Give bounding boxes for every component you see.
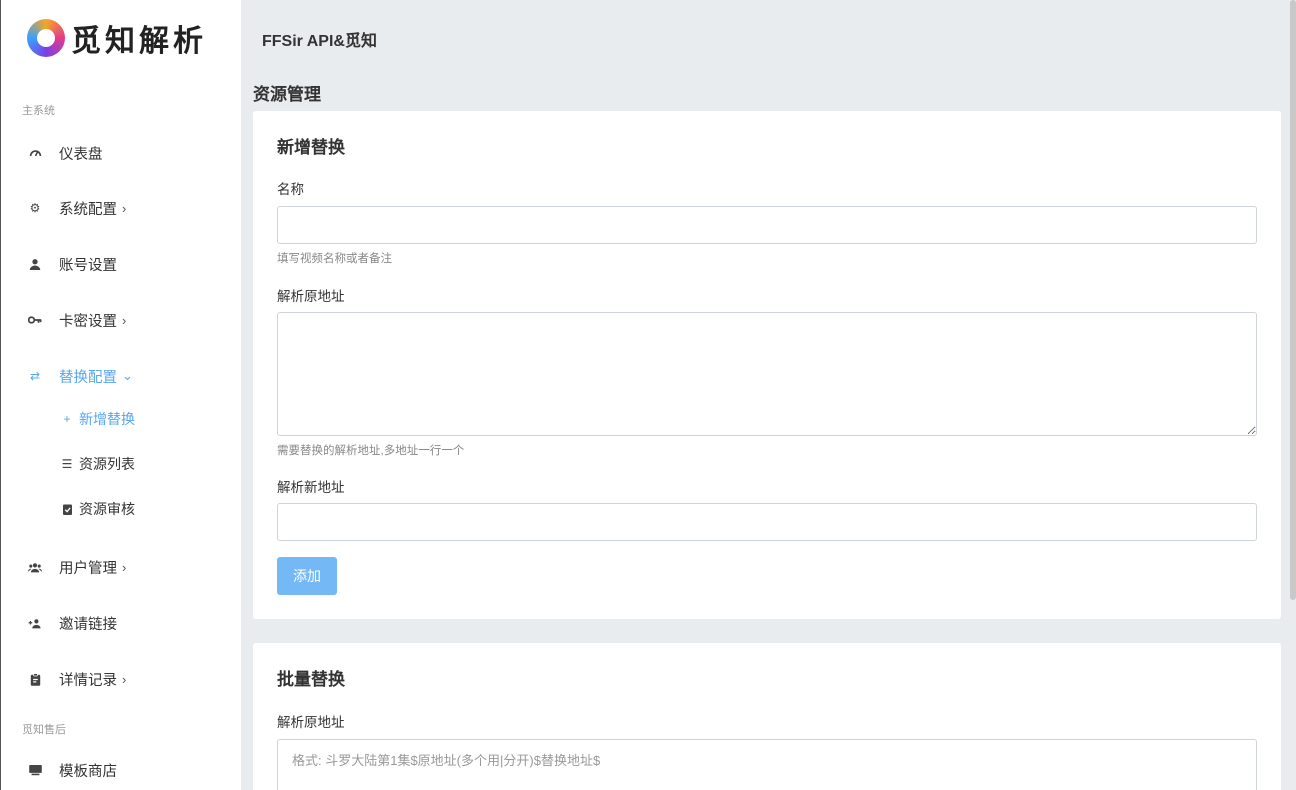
chevron-right-icon: ›: [122, 200, 127, 216]
section-label-after-sales: 觅知售后: [22, 724, 66, 736]
original-url-label: 解析原地址: [277, 289, 345, 304]
chevron-right-icon: ›: [122, 312, 127, 328]
chevron-right-icon: ›: [122, 671, 127, 687]
add-replace-card: 新增替换 名称 填写视频名称或者备注 解析原地址 需要替换的解析地址,多地址一行…: [253, 111, 1281, 619]
sidebar-item-replace-config[interactable]: ⇄ 替换配置 ⌄: [1, 364, 241, 388]
new-url-label: 解析新地址: [277, 480, 345, 495]
sidebar-item-system-config[interactable]: ⚙ 系统配置 ›: [1, 196, 241, 220]
name-help-text: 填写视频名称或者备注: [277, 253, 392, 265]
name-label: 名称: [277, 182, 304, 197]
sidebar-item-label: 用户管理: [59, 560, 117, 577]
page-title: 资源管理: [253, 85, 321, 104]
sidebar-item-user-manage[interactable]: 用户管理 ›: [1, 555, 241, 579]
sidebar-item-dashboard[interactable]: 仪表盘: [1, 141, 241, 165]
brand-logo[interactable]: 觅知解析: [27, 16, 207, 60]
list-icon: ☰: [61, 457, 73, 471]
sidebar-item-card-key[interactable]: 卡密设置 ›: [1, 308, 241, 332]
sidebar-item-label: 系统配置: [59, 201, 117, 218]
sidebar-subitem-label: 资源列表: [79, 456, 135, 472]
sidebar-item-label: 仪表盘: [59, 146, 103, 163]
sidebar-subitem-resource-review[interactable]: 资源审核: [61, 498, 135, 520]
section-label-main: 主系统: [22, 105, 55, 117]
sidebar-item-label: 卡密设置: [59, 313, 117, 330]
plus-icon: +: [63, 412, 71, 426]
sidebar-item-invite-link[interactable]: 邀请链接: [1, 611, 241, 635]
name-input[interactable]: [277, 206, 1257, 244]
sidebar-item-label: 账号设置: [59, 257, 117, 274]
sidebar: 觅知解析 主系统 仪表盘 ⚙ 系统配置 › 账号设置 卡密设置 › ⇄ 替换配置…: [0, 0, 241, 790]
key-icon: [28, 313, 42, 327]
original-url-textarea[interactable]: [277, 312, 1257, 436]
user-plus-icon: [28, 616, 42, 630]
swap-icon: ⇄: [29, 369, 41, 383]
batch-original-url-label: 解析原地址: [277, 715, 345, 730]
sidebar-item-label: 邀请链接: [59, 616, 117, 633]
user-icon: [28, 257, 42, 271]
store-icon: [28, 763, 42, 777]
sidebar-item-label: 替换配置: [59, 369, 117, 386]
add-button[interactable]: 添加: [277, 557, 337, 595]
sidebar-item-account[interactable]: 账号设置: [1, 252, 241, 276]
card-title: 新增替换: [277, 138, 345, 157]
chevron-right-icon: ›: [122, 559, 127, 575]
clipboard-check-icon: [61, 503, 73, 515]
sidebar-item-label: 详情记录: [59, 672, 117, 689]
topbar: FFSir API&觅知: [241, 0, 1296, 600]
new-url-input[interactable]: [277, 503, 1257, 541]
sidebar-subitem-resource-list[interactable]: ☰ 资源列表: [61, 453, 135, 475]
sidebar-subitem-label: 新增替换: [79, 411, 135, 427]
sidebar-item-label: 模板商店: [59, 763, 117, 780]
sidebar-item-template-store[interactable]: 模板商店: [1, 758, 241, 782]
page-scrollbar[interactable]: [1290, 0, 1296, 600]
sidebar-subitem-label: 资源审核: [79, 501, 135, 517]
original-url-help-text: 需要替换的解析地址,多地址一行一个: [277, 445, 465, 457]
batch-replace-card: 批量替换 解析原地址: [253, 643, 1281, 790]
sidebar-item-detail-records[interactable]: 详情记录 ›: [1, 667, 241, 691]
sidebar-subitem-add-replace[interactable]: + 新增替换: [61, 408, 135, 430]
batch-original-url-textarea[interactable]: [277, 739, 1257, 790]
dashboard-icon: [28, 146, 42, 160]
topbar-title: FFSir API&觅知: [262, 33, 377, 50]
logo-icon: [27, 19, 65, 57]
gear-icon: ⚙: [29, 201, 41, 215]
users-icon: [28, 560, 42, 574]
chevron-down-icon: ⌄: [122, 368, 133, 383]
clipboard-icon: [28, 672, 42, 686]
logo-text: 觅知解析: [71, 24, 207, 59]
card-title: 批量替换: [277, 670, 345, 689]
